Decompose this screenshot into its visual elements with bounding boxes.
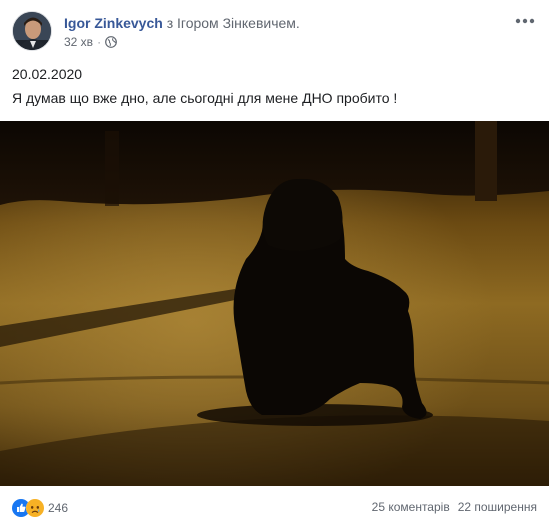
shares-count-link[interactable]: 22 поширення [458,500,537,514]
post-message-text: Я думав що вже дно, але сьогодні для мен… [12,90,398,106]
meta-separator: · [97,35,102,49]
post-header: Igor Zinkevych з Ігором Зінкевичем. 32 х… [12,8,537,52]
tagged-with-text[interactable]: з Ігором Зінкевичем. [167,15,300,31]
globe-icon[interactable] [105,36,117,48]
post-timestamp[interactable]: 32 хв [64,34,93,50]
reaction-count: 246 [48,501,69,515]
post-message: 20.02.2020 Я думав що вже дно, але сього… [12,62,537,110]
more-options-button[interactable] [513,10,537,30]
engagement-counts: 25 коментарів 22 поширення [372,500,537,514]
author-line: Igor Zinkevych з Ігором Зінкевичем. [64,14,300,32]
feed-post: Igor Zinkevych з Ігором Зінкевичем. 32 х… [0,0,549,529]
sad-icon [26,499,44,517]
post-date-line: 20.02.2020 [12,66,83,82]
comments-count-link[interactable]: 25 коментарів [372,500,450,514]
post-footer: 246 25 коментарів 22 поширення [12,495,537,521]
post-photo[interactable] [0,121,549,486]
avatar[interactable] [12,11,52,51]
more-horizontal-icon [515,11,535,29]
reactions-summary[interactable]: 246 [12,498,68,518]
author-name-link[interactable]: Igor Zinkevych [64,15,163,31]
post-meta: 32 хв · [64,34,117,50]
